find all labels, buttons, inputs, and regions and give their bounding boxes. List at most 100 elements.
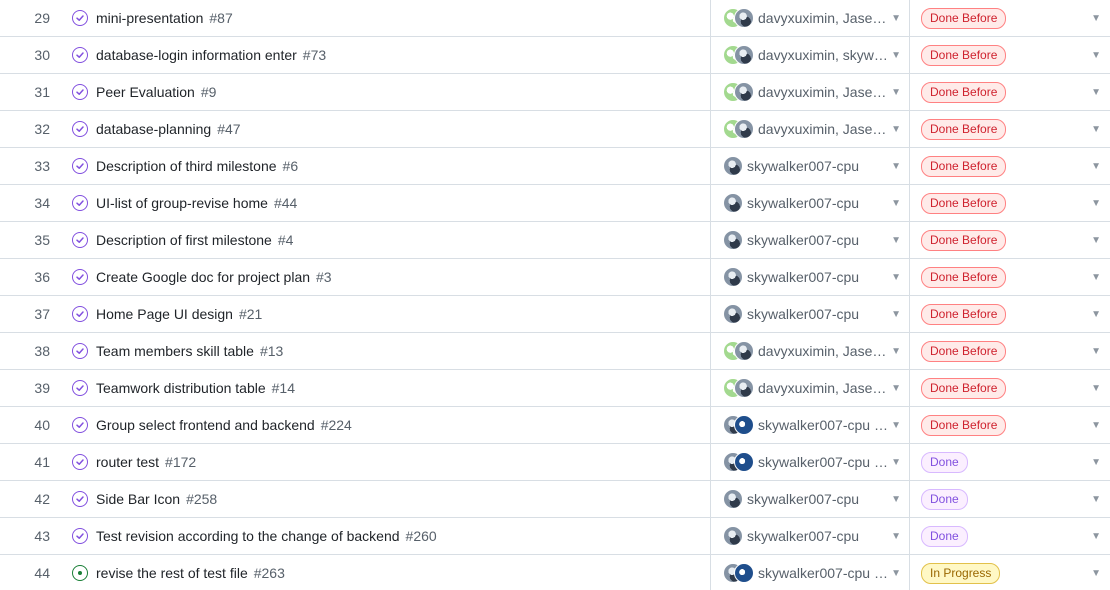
issue-number[interactable]: #3 [316,269,332,285]
issue-cell[interactable]: Group select frontend and backend #224 [56,407,711,443]
caret-down-icon[interactable]: ▼ [891,457,901,468]
table-row[interactable]: 33 Description of third milestone #6 sky… [0,148,1110,185]
issue-title[interactable]: Side Bar Icon [96,491,180,507]
issue-number[interactable]: #87 [209,10,232,26]
issue-title[interactable]: database-planning [96,121,211,137]
table-row[interactable]: 30 database-login information enter #73 … [0,37,1110,74]
issue-number[interactable]: #4 [278,232,294,248]
issue-title[interactable]: router test [96,454,159,470]
issue-number[interactable]: #44 [274,195,297,211]
status-cell[interactable]: Done Before ▼ [910,37,1110,73]
status-cell[interactable]: Done Before ▼ [910,185,1110,221]
assignees-cell[interactable]: skywalker007-cpu ▼ [711,185,910,221]
issue-cell[interactable]: Teamwork distribution table #14 [56,370,711,406]
issue-number[interactable]: #263 [254,565,285,581]
caret-down-icon[interactable]: ▼ [1091,420,1101,431]
assignees-cell[interactable]: davyxuximin, Jases... ▼ [711,333,910,369]
table-row[interactable]: 44 revise the rest of test file #263 sky… [0,555,1110,590]
issue-cell[interactable]: Test revision according to the change of… [56,518,711,554]
table-row[interactable]: 41 router test #172 skywalker007-cpu a..… [0,444,1110,481]
caret-down-icon[interactable]: ▼ [1091,383,1101,394]
issue-number[interactable]: #13 [260,343,283,359]
caret-down-icon[interactable]: ▼ [1091,494,1101,505]
issue-cell[interactable]: router test #172 [56,444,711,480]
issue-title[interactable]: UI-list of group-revise home [96,195,268,211]
caret-down-icon[interactable]: ▼ [891,531,901,542]
status-cell[interactable]: In Progress ▼ [910,555,1110,590]
issue-title[interactable]: Team members skill table [96,343,254,359]
assignees-cell[interactable]: davyxuximin, Jases... ▼ [711,74,910,110]
issue-number[interactable]: #172 [165,454,196,470]
issue-cell[interactable]: database-login information enter #73 [56,37,711,73]
caret-down-icon[interactable]: ▼ [1091,87,1101,98]
status-cell[interactable]: Done Before ▼ [910,0,1110,36]
caret-down-icon[interactable]: ▼ [891,420,901,431]
caret-down-icon[interactable]: ▼ [891,235,901,246]
caret-down-icon[interactable]: ▼ [1091,309,1101,320]
issue-cell[interactable]: database-planning #47 [56,111,711,147]
caret-down-icon[interactable]: ▼ [891,568,901,579]
status-cell[interactable]: Done Before ▼ [910,222,1110,258]
status-cell[interactable]: Done Before ▼ [910,74,1110,110]
caret-down-icon[interactable]: ▼ [1091,235,1101,246]
issue-cell[interactable]: Home Page UI design #21 [56,296,711,332]
status-cell[interactable]: Done Before ▼ [910,296,1110,332]
assignees-cell[interactable]: skywalker007-cpu ▼ [711,518,910,554]
assignees-cell[interactable]: skywalker007-cpu ▼ [711,259,910,295]
issue-title[interactable]: Test revision according to the change of… [96,528,400,544]
issue-number[interactable]: #73 [303,47,326,63]
table-row[interactable]: 42 Side Bar Icon #258 skywalker007-cpu ▼… [0,481,1110,518]
issue-title[interactable]: Group select frontend and backend [96,417,315,433]
issue-title[interactable]: Peer Evaluation [96,84,195,100]
caret-down-icon[interactable]: ▼ [1091,272,1101,283]
issue-cell[interactable]: Team members skill table #13 [56,333,711,369]
status-cell[interactable]: Done Before ▼ [910,407,1110,443]
issue-cell[interactable]: Description of third milestone #6 [56,148,711,184]
assignees-cell[interactable]: davyxuximin, Jases... ▼ [711,111,910,147]
caret-down-icon[interactable]: ▼ [1091,124,1101,135]
assignees-cell[interactable]: skywalker007-cpu a... ▼ [711,407,910,443]
status-cell[interactable]: Done Before ▼ [910,259,1110,295]
caret-down-icon[interactable]: ▼ [1091,457,1101,468]
table-row[interactable]: 43 Test revision according to the change… [0,518,1110,555]
table-row[interactable]: 35 Description of first milestone #4 sky… [0,222,1110,259]
assignees-cell[interactable]: skywalker007-cpu a... ▼ [711,444,910,480]
assignees-cell[interactable]: davyxuximin, Jases... ▼ [711,370,910,406]
status-cell[interactable]: Done ▼ [910,444,1110,480]
issue-cell[interactable]: Create Google doc for project plan #3 [56,259,711,295]
table-row[interactable]: 29 mini-presentation #87 davyxuximin, Ja… [0,0,1110,37]
issue-title[interactable]: revise the rest of test file [96,565,248,581]
status-cell[interactable]: Done ▼ [910,518,1110,554]
issue-number[interactable]: #6 [283,158,299,174]
status-cell[interactable]: Done Before ▼ [910,148,1110,184]
table-row[interactable]: 38 Team members skill table #13 davyxuxi… [0,333,1110,370]
caret-down-icon[interactable]: ▼ [891,50,901,61]
caret-down-icon[interactable]: ▼ [1091,161,1101,172]
caret-down-icon[interactable]: ▼ [1091,568,1101,579]
assignees-cell[interactable]: davyxuximin, Jases... ▼ [711,0,910,36]
status-cell[interactable]: Done Before ▼ [910,111,1110,147]
status-cell[interactable]: Done ▼ [910,481,1110,517]
table-row[interactable]: 31 Peer Evaluation #9 davyxuximin, Jases… [0,74,1110,111]
caret-down-icon[interactable]: ▼ [891,309,901,320]
issue-title[interactable]: Create Google doc for project plan [96,269,310,285]
status-cell[interactable]: Done Before ▼ [910,333,1110,369]
issue-title[interactable]: Teamwork distribution table [96,380,266,396]
table-row[interactable]: 36 Create Google doc for project plan #3… [0,259,1110,296]
caret-down-icon[interactable]: ▼ [1091,531,1101,542]
status-cell[interactable]: Done Before ▼ [910,370,1110,406]
caret-down-icon[interactable]: ▼ [891,383,901,394]
caret-down-icon[interactable]: ▼ [891,87,901,98]
issue-number[interactable]: #14 [272,380,295,396]
assignees-cell[interactable]: skywalker007-cpu ▼ [711,296,910,332]
issue-number[interactable]: #9 [201,84,217,100]
table-row[interactable]: 32 database-planning #47 davyxuximin, Ja… [0,111,1110,148]
caret-down-icon[interactable]: ▼ [1091,13,1101,24]
caret-down-icon[interactable]: ▼ [1091,346,1101,357]
issue-number[interactable]: #47 [217,121,240,137]
table-row[interactable]: 40 Group select frontend and backend #22… [0,407,1110,444]
issue-title[interactable]: Home Page UI design [96,306,233,322]
issue-cell[interactable]: revise the rest of test file #263 [56,555,711,590]
table-row[interactable]: 39 Teamwork distribution table #14 davyx… [0,370,1110,407]
issue-cell[interactable]: Side Bar Icon #258 [56,481,711,517]
